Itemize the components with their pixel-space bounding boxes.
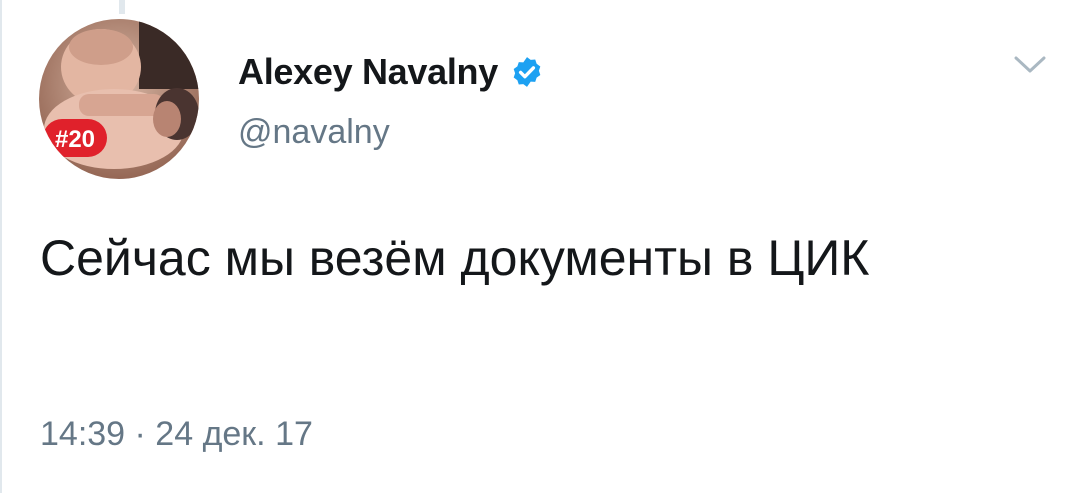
tweet-timestamp[interactable]: 14:39 · 24 дек. 17 [40,412,313,456]
avatar[interactable]: #20 [39,19,199,179]
display-name[interactable]: Alexey Navalny [238,50,498,94]
thread-connector [119,0,125,14]
chevron-down-icon[interactable] [1010,50,1050,78]
verified-badge-icon [513,57,541,87]
avatar-badge-label: #20 [55,126,95,153]
author-name-row[interactable]: Alexey Navalny [238,50,544,94]
user-handle[interactable]: @navalny [238,110,390,154]
tweet-card: #20 Alexey Navalny @navalny Сейчас мы ве… [0,0,1073,493]
tweet-text: Сейчас мы везём документы в ЦИК [40,230,870,286]
